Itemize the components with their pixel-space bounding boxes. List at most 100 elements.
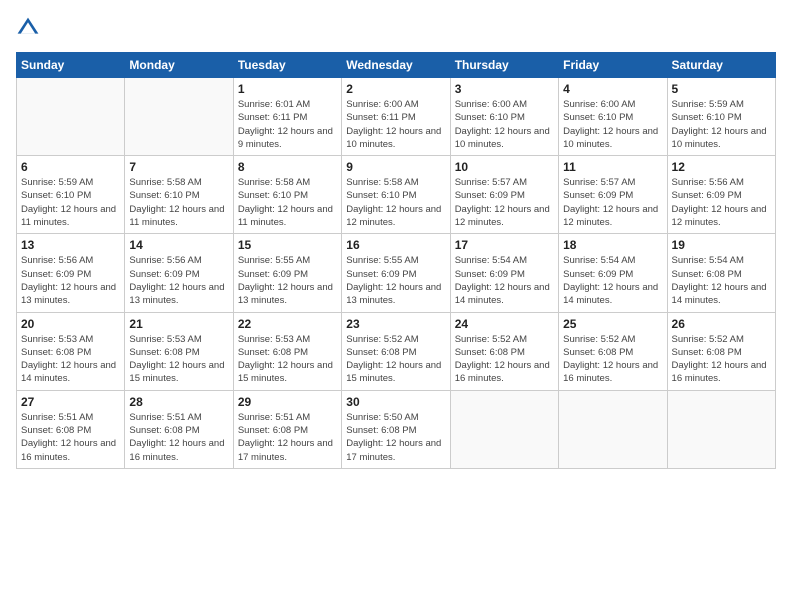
day-number: 8 [238, 160, 337, 174]
week-row-3: 20 Sunrise: 5:53 AM Sunset: 6:08 PM Dayli… [17, 312, 776, 390]
week-row-4: 27 Sunrise: 5:51 AM Sunset: 6:08 PM Dayli… [17, 390, 776, 468]
day-number: 11 [563, 160, 662, 174]
calendar-cell: 30 Sunrise: 5:50 AM Sunset: 6:08 PM Dayli… [342, 390, 450, 468]
day-info: Sunrise: 5:51 AM Sunset: 6:08 PM Dayligh… [238, 411, 337, 464]
day-number: 24 [455, 317, 554, 331]
day-info: Sunrise: 6:01 AM Sunset: 6:11 PM Dayligh… [238, 98, 337, 151]
calendar-cell [125, 78, 233, 156]
day-number: 27 [21, 395, 120, 409]
calendar-cell: 28 Sunrise: 5:51 AM Sunset: 6:08 PM Dayli… [125, 390, 233, 468]
day-info: Sunrise: 5:58 AM Sunset: 6:10 PM Dayligh… [129, 176, 228, 229]
calendar-cell: 12Sunrise: 5:56 AM Sunset: 6:09 PM Dayli… [667, 156, 775, 234]
day-info: Sunrise: 5:59 AM Sunset: 6:10 PM Dayligh… [21, 176, 120, 229]
calendar-cell: 2 Sunrise: 6:00 AM Sunset: 6:11 PM Daylig… [342, 78, 450, 156]
calendar-cell: 11 Sunrise: 5:57 AM Sunset: 6:09 PM Dayli… [559, 156, 667, 234]
calendar-cell: 21 Sunrise: 5:53 AM Sunset: 6:08 PM Dayli… [125, 312, 233, 390]
day-number: 15 [238, 238, 337, 252]
logo-icon [16, 16, 40, 40]
day-info: Sunrise: 5:52 AM Sunset: 6:08 PM Dayligh… [563, 333, 662, 386]
day-info: Sunrise: 6:00 AM Sunset: 6:10 PM Dayligh… [455, 98, 554, 151]
logo [16, 16, 44, 40]
day-number: 16 [346, 238, 445, 252]
calendar-cell: 10Sunrise: 5:57 AM Sunset: 6:09 PM Dayli… [450, 156, 558, 234]
day-info: Sunrise: 5:55 AM Sunset: 6:09 PM Dayligh… [238, 254, 337, 307]
day-info: Sunrise: 5:57 AM Sunset: 6:09 PM Dayligh… [563, 176, 662, 229]
calendar-cell: 7 Sunrise: 5:58 AM Sunset: 6:10 PM Daylig… [125, 156, 233, 234]
day-info: Sunrise: 5:58 AM Sunset: 6:10 PM Dayligh… [346, 176, 445, 229]
day-number: 14 [129, 238, 228, 252]
day-header-tuesday: Tuesday [233, 53, 341, 78]
day-header-saturday: Saturday [667, 53, 775, 78]
day-number: 10 [455, 160, 554, 174]
day-number: 19 [672, 238, 771, 252]
calendar-cell [450, 390, 558, 468]
day-header-sunday: Sunday [17, 53, 125, 78]
day-info: Sunrise: 5:52 AM Sunset: 6:08 PM Dayligh… [455, 333, 554, 386]
calendar-cell: 18 Sunrise: 5:54 AM Sunset: 6:09 PM Dayli… [559, 234, 667, 312]
day-number: 25 [563, 317, 662, 331]
calendar-cell: 6Sunrise: 5:59 AM Sunset: 6:10 PM Daylig… [17, 156, 125, 234]
calendar-cell: 9 Sunrise: 5:58 AM Sunset: 6:10 PM Daylig… [342, 156, 450, 234]
day-number: 23 [346, 317, 445, 331]
day-info: Sunrise: 6:00 AM Sunset: 6:10 PM Dayligh… [563, 98, 662, 151]
calendar-cell: 24 Sunrise: 5:52 AM Sunset: 6:08 PM Dayli… [450, 312, 558, 390]
week-row-0: 1 Sunrise: 6:01 AM Sunset: 6:11 PM Daylig… [17, 78, 776, 156]
day-info: Sunrise: 5:54 AM Sunset: 6:09 PM Dayligh… [563, 254, 662, 307]
day-info: Sunrise: 5:51 AM Sunset: 6:08 PM Dayligh… [129, 411, 228, 464]
week-row-1: 6Sunrise: 5:59 AM Sunset: 6:10 PM Daylig… [17, 156, 776, 234]
day-number: 1 [238, 82, 337, 96]
day-number: 22 [238, 317, 337, 331]
day-number: 7 [129, 160, 228, 174]
calendar-cell: 19 Sunrise: 5:54 AM Sunset: 6:08 PM Dayli… [667, 234, 775, 312]
day-info: Sunrise: 6:00 AM Sunset: 6:11 PM Dayligh… [346, 98, 445, 151]
calendar-cell: 29 Sunrise: 5:51 AM Sunset: 6:08 PM Dayli… [233, 390, 341, 468]
calendar-cell [17, 78, 125, 156]
day-info: Sunrise: 5:53 AM Sunset: 6:08 PM Dayligh… [238, 333, 337, 386]
day-header-thursday: Thursday [450, 53, 558, 78]
calendar-cell: 1 Sunrise: 6:01 AM Sunset: 6:11 PM Daylig… [233, 78, 341, 156]
day-info: Sunrise: 5:59 AM Sunset: 6:10 PM Dayligh… [672, 98, 771, 151]
calendar-cell: 15 Sunrise: 5:55 AM Sunset: 6:09 PM Dayli… [233, 234, 341, 312]
day-number: 4 [563, 82, 662, 96]
calendar-cell: 4 Sunrise: 6:00 AM Sunset: 6:10 PM Daylig… [559, 78, 667, 156]
day-number: 28 [129, 395, 228, 409]
day-number: 30 [346, 395, 445, 409]
day-info: Sunrise: 5:55 AM Sunset: 6:09 PM Dayligh… [346, 254, 445, 307]
day-number: 18 [563, 238, 662, 252]
day-number: 2 [346, 82, 445, 96]
day-number: 5 [672, 82, 771, 96]
day-header-friday: Friday [559, 53, 667, 78]
day-info: Sunrise: 5:53 AM Sunset: 6:08 PM Dayligh… [129, 333, 228, 386]
day-info: Sunrise: 5:56 AM Sunset: 6:09 PM Dayligh… [21, 254, 120, 307]
day-number: 17 [455, 238, 554, 252]
day-header-monday: Monday [125, 53, 233, 78]
day-info: Sunrise: 5:56 AM Sunset: 6:09 PM Dayligh… [129, 254, 228, 307]
day-number: 13 [21, 238, 120, 252]
day-number: 20 [21, 317, 120, 331]
day-number: 29 [238, 395, 337, 409]
calendar-cell: 27Sunrise: 5:51 AM Sunset: 6:08 PM Dayli… [17, 390, 125, 468]
calendar-table: SundayMondayTuesdayWednesdayThursdayFrid… [16, 52, 776, 469]
calendar-cell: 8 Sunrise: 5:58 AM Sunset: 6:10 PM Daylig… [233, 156, 341, 234]
day-info: Sunrise: 5:52 AM Sunset: 6:08 PM Dayligh… [346, 333, 445, 386]
calendar-cell: 25 Sunrise: 5:52 AM Sunset: 6:08 PM Dayli… [559, 312, 667, 390]
day-info: Sunrise: 5:58 AM Sunset: 6:10 PM Dayligh… [238, 176, 337, 229]
week-row-2: 13 Sunrise: 5:56 AM Sunset: 6:09 PM Dayli… [17, 234, 776, 312]
day-header-wednesday: Wednesday [342, 53, 450, 78]
day-info: Sunrise: 5:50 AM Sunset: 6:08 PM Dayligh… [346, 411, 445, 464]
calendar-cell: 13 Sunrise: 5:56 AM Sunset: 6:09 PM Dayli… [17, 234, 125, 312]
day-number: 21 [129, 317, 228, 331]
day-number: 9 [346, 160, 445, 174]
calendar-cell: 20Sunrise: 5:53 AM Sunset: 6:08 PM Dayli… [17, 312, 125, 390]
day-number: 3 [455, 82, 554, 96]
calendar-cell [667, 390, 775, 468]
calendar-cell: 14 Sunrise: 5:56 AM Sunset: 6:09 PM Dayli… [125, 234, 233, 312]
day-info: Sunrise: 5:56 AM Sunset: 6:09 PM Dayligh… [672, 176, 771, 229]
calendar-cell [559, 390, 667, 468]
calendar-cell: 26Sunrise: 5:52 AM Sunset: 6:08 PM Dayli… [667, 312, 775, 390]
calendar-cell: 5 Sunrise: 5:59 AM Sunset: 6:10 PM Daylig… [667, 78, 775, 156]
day-number: 26 [672, 317, 771, 331]
page-header [16, 16, 776, 40]
day-info: Sunrise: 5:54 AM Sunset: 6:08 PM Dayligh… [672, 254, 771, 307]
calendar-cell: 23 Sunrise: 5:52 AM Sunset: 6:08 PM Dayli… [342, 312, 450, 390]
